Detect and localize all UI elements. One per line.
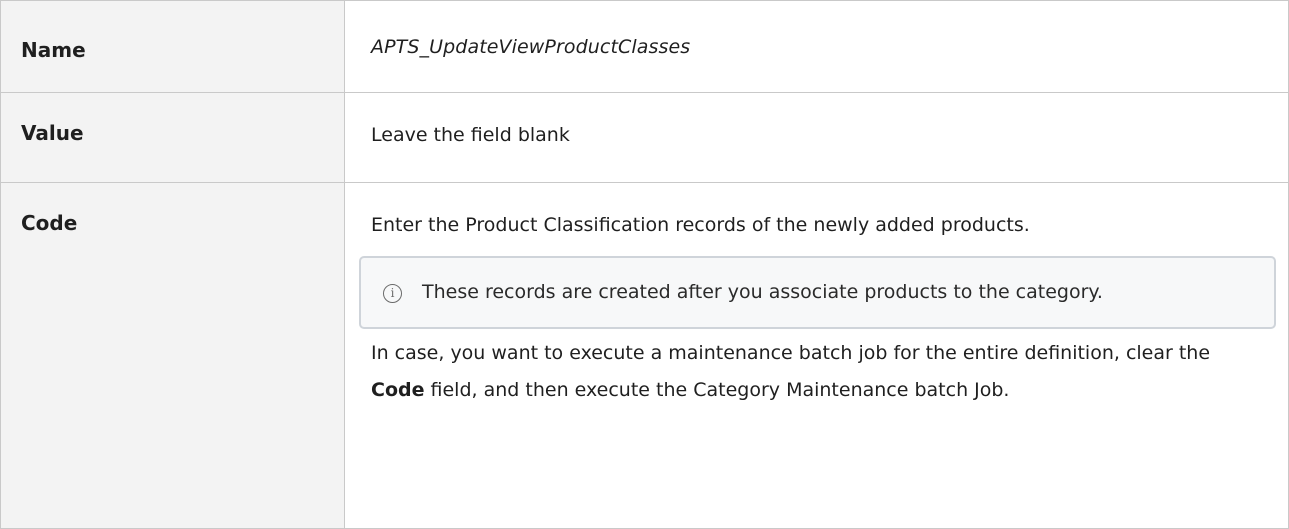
table-row-value: Value Leave the field blank — [0, 92, 1289, 183]
code-outro-bold: Code — [371, 379, 425, 401]
row-value-name: APTS_UpdateViewProductClasses — [371, 36, 691, 58]
code-intro-text: Enter the Product Classification records… — [371, 214, 1030, 236]
row-value-value: Leave the field blank — [371, 124, 570, 146]
settings-table: Name APTS_UpdateViewProductClasses Value… — [0, 0, 1289, 529]
info-note-text: These records are created after you asso… — [422, 281, 1103, 303]
row-label-name: Name — [21, 38, 86, 62]
info-note: i These records are created after you as… — [359, 256, 1276, 329]
table-row-code: Code Enter the Product Classification re… — [0, 182, 1289, 529]
value-cell-code: Enter the Product Classification records… — [344, 182, 1289, 529]
label-cell-name: Name — [0, 0, 345, 93]
code-outro-before: In case, you want to execute a maintenan… — [371, 342, 1211, 364]
value-cell-value: Leave the field blank — [344, 92, 1289, 183]
code-outro-text: In case, you want to execute a maintenan… — [371, 335, 1288, 409]
label-cell-code: Code — [0, 182, 345, 529]
row-label-code: Code — [21, 211, 78, 235]
row-label-value: Value — [21, 121, 84, 145]
info-icon: i — [383, 284, 402, 303]
value-cell-name: APTS_UpdateViewProductClasses — [344, 0, 1289, 93]
label-cell-value: Value — [0, 92, 345, 183]
code-outro-after: field, and then execute the Category Mai… — [424, 379, 1010, 401]
table-row-name: Name APTS_UpdateViewProductClasses — [0, 0, 1289, 93]
